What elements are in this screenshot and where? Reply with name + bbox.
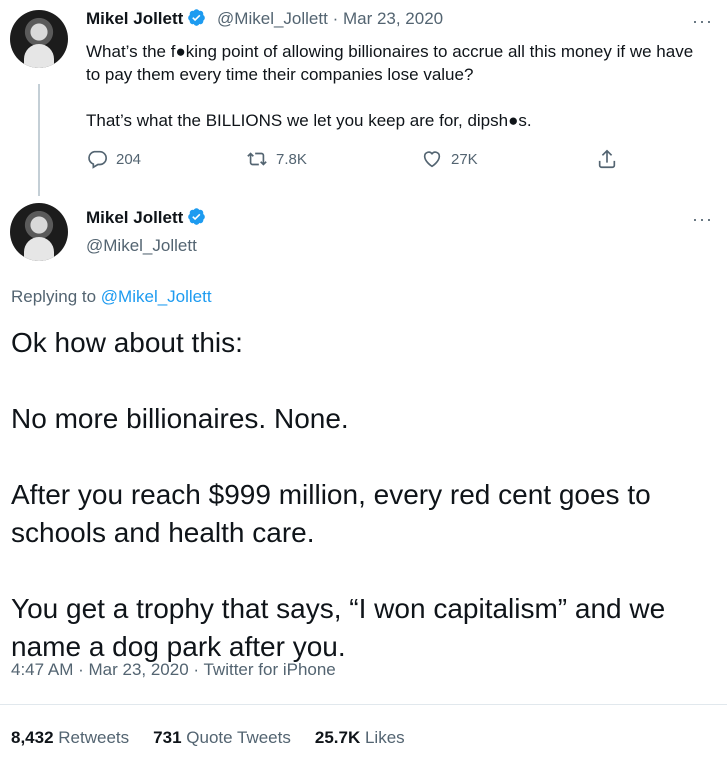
- author-handle[interactable]: @Mikel_Jollett: [86, 236, 197, 256]
- likes-count: 25.7K: [314, 728, 361, 747]
- reply-button[interactable]: 204: [86, 148, 141, 170]
- author-handle[interactable]: @Mikel_Jollett: [217, 9, 328, 28]
- retweet-button[interactable]: 7.8K: [246, 148, 307, 170]
- tweet2-author: Mikel Jollett: [86, 207, 206, 228]
- tweet2-paragraph: No more billionaires. None.: [11, 403, 349, 434]
- likes-label: Likes: [364, 728, 405, 747]
- retweets-stat[interactable]: 8,432 Retweets: [11, 728, 129, 748]
- replying-to-link[interactable]: @Mikel_Jollett: [101, 287, 212, 306]
- tweet-time[interactable]: 4:47 AM: [11, 660, 73, 679]
- tweet1-text: What’s the f●king point of allowing bill…: [86, 40, 706, 155]
- share-icon: [598, 149, 616, 169]
- tweet-date[interactable]: Mar 23, 2020: [343, 9, 443, 28]
- tweet-source[interactable]: Twitter for iPhone: [203, 660, 335, 679]
- quotes-label: Quote Tweets: [186, 728, 291, 747]
- likes-stat[interactable]: 25.7K Likes: [315, 728, 405, 748]
- tweet-meta: 4:47 AM · Mar 23, 2020 · Twitter for iPh…: [11, 660, 336, 680]
- tweet1-paragraph: What’s the f●king point of allowing bill…: [86, 42, 694, 84]
- author-name[interactable]: Mikel Jollett: [86, 9, 183, 28]
- like-icon: [423, 151, 441, 168]
- retweets-label: Retweets: [58, 728, 130, 747]
- more-icon[interactable]: ···: [692, 210, 713, 228]
- tweet-date[interactable]: Mar 23, 2020: [88, 660, 188, 679]
- quote-tweets-stat[interactable]: 731 Quote Tweets: [153, 728, 291, 748]
- reply-icon: [88, 150, 107, 169]
- tweet1-actions: 204 7.8K 27K: [86, 148, 626, 174]
- retweets-count: 8,432: [11, 728, 54, 747]
- verified-badge-icon: [188, 9, 206, 26]
- like-count: 27K: [451, 150, 478, 168]
- avatar[interactable]: [10, 10, 68, 68]
- tweet1-header: Mikel Jollett @Mikel_Jollett · Mar 23, 2…: [86, 8, 443, 29]
- share-button[interactable]: [596, 148, 618, 170]
- tweet2-paragraph: After you reach $999 million, every red …: [11, 479, 651, 548]
- tweet2-paragraph: Ok how about this:: [11, 327, 243, 358]
- quotes-count: 731: [153, 728, 182, 747]
- more-icon[interactable]: ···: [692, 12, 713, 30]
- tweet2-text: Ok how about this: No more billionaires.…: [11, 324, 711, 704]
- replying-label: Replying to: [11, 287, 97, 306]
- separator-dot: ·: [73, 660, 89, 679]
- tweet2-paragraph: You get a trophy that says, “I won capit…: [11, 593, 666, 662]
- retweet-icon: [247, 152, 267, 166]
- like-button[interactable]: 27K: [421, 148, 478, 170]
- verified-badge-icon: [188, 208, 206, 225]
- divider: [0, 704, 727, 705]
- separator-dot: ·: [188, 660, 204, 679]
- engagement-stats: 8,432 Retweets 731 Quote Tweets 25.7K Li…: [11, 728, 405, 748]
- thread-line: [38, 84, 40, 196]
- tweet1-paragraph: That’s what the BILLIONS we let you keep…: [86, 111, 532, 130]
- separator-dot: ·: [327, 9, 343, 28]
- author-name[interactable]: Mikel Jollett: [86, 208, 183, 227]
- replying-to: Replying to @Mikel_Jollett: [11, 287, 212, 307]
- avatar[interactable]: [10, 203, 68, 261]
- reply-count: 204: [116, 150, 142, 168]
- retweet-count: 7.8K: [276, 150, 307, 168]
